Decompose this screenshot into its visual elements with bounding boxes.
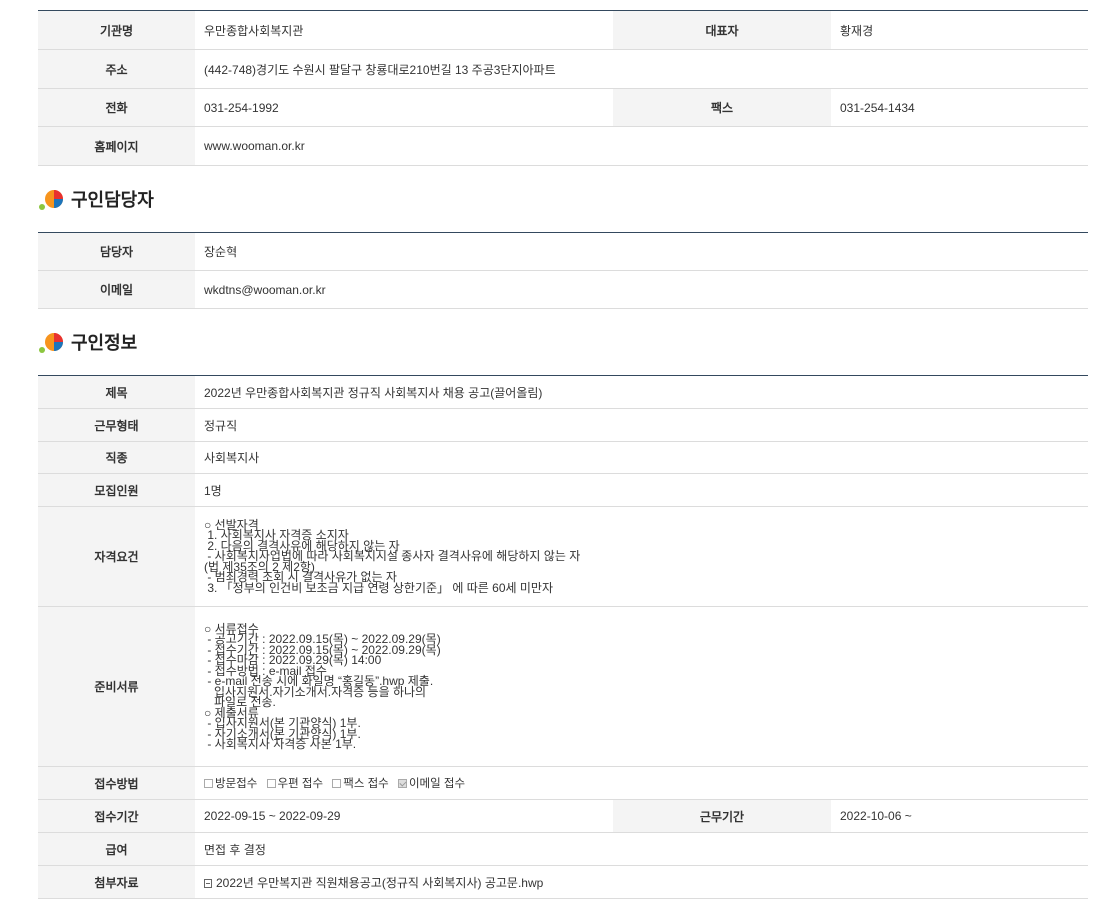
org-addr: (442-748)경기도 수원시 팔달구 창룡대로210번길 13 주공3단지아… xyxy=(195,49,1088,89)
method-fax: 팩스 접수 xyxy=(332,778,389,790)
table-row: 홈페이지 www.wooman.or.kr xyxy=(38,126,1088,166)
org-homepage-link[interactable]: www.wooman.or.kr xyxy=(195,126,1088,166)
table-row: 전화 031-254-1992 팩스 031-254-1434 xyxy=(38,88,1088,127)
method-label: 방문접수 xyxy=(215,778,258,790)
method-label: 이메일 접수 xyxy=(408,778,466,790)
qual-line: - 사회복지사업법에 따라 사회복지시설 종사자 결격사유에 해당하지 않는 자 xyxy=(204,549,581,564)
job-qualifications: ○ 선발자격 1. 사회복지사 자격증 소지자 2. 다음의 결격사유에 해당하… xyxy=(195,506,1088,607)
contact-email: wkdtns@wooman.or.kr xyxy=(195,270,1088,309)
page-content: 기관명 우만종합사회복지관 대표자 황재경 주소 (442-748)경기도 수원… xyxy=(38,10,1088,899)
job-table: 제목 2022년 우만종합사회복지관 정규직 사회복지사 채용 공고(끌어올림)… xyxy=(38,375,1088,899)
org-name-label: 기관명 xyxy=(38,10,195,50)
job-methods: 방문접수 우편 접수 팩스 접수 이메일 접수 xyxy=(195,766,1088,800)
org-tel: 031-254-1992 xyxy=(195,88,613,127)
org-tel-label: 전화 xyxy=(38,88,195,127)
section-heading: 구인정보 xyxy=(71,333,138,353)
table-row: 자격요건 ○ 선발자격 1. 사회복지사 자격증 소지자 2. 다음의 결격사유… xyxy=(38,506,1088,607)
checkbox-visit xyxy=(204,779,213,788)
section-title-contact: 구인담당자 xyxy=(38,166,1088,232)
method-label: 우편 접수 xyxy=(277,778,324,790)
section-bullet-icon xyxy=(39,190,63,210)
table-row: 담당자 장순혁 xyxy=(38,232,1088,271)
job-type: 정규직 xyxy=(195,408,1088,442)
docs-line: - 접수마감 : 2022.09.29(목) 14:00 xyxy=(204,653,382,667)
checkbox-mail xyxy=(266,779,276,788)
job-qual-label: 자격요건 xyxy=(38,506,195,607)
qual-line: 3. 「정부의 인건비 보조금 지급 연령 상한기준」 에 따른 60세 미만자 xyxy=(204,580,553,595)
job-attach-label: 첨부자료 xyxy=(38,865,195,899)
table-row: 직종 사회복지사 xyxy=(38,441,1088,474)
checkbox-email xyxy=(397,779,407,788)
method-visit: 방문접수 xyxy=(204,778,257,790)
job-pay-label: 급여 xyxy=(38,832,195,866)
job-work: 2022-10-06 ~ xyxy=(831,799,1088,833)
table-row: 근무형태 정규직 xyxy=(38,408,1088,442)
job-occ-label: 직종 xyxy=(38,441,195,474)
table-row: 모집인원 1명 xyxy=(38,473,1088,507)
job-subject-label: 제목 xyxy=(38,375,195,409)
job-attachment: 2022년 우만복지관 직원채용공고(정규직 사회복지사) 공고문.hwp xyxy=(195,865,1088,899)
section-bullet-icon xyxy=(39,333,63,353)
table-row: 제목 2022년 우만종합사회복지관 정규직 사회복지사 채용 공고(끌어올림) xyxy=(38,375,1088,409)
job-type-label: 근무형태 xyxy=(38,408,195,442)
table-row: 접수방법 방문접수 우편 접수 팩스 접수 이메일 접수 xyxy=(38,766,1088,800)
file-icon xyxy=(204,878,212,888)
job-period: 2022-09-15 ~ 2022-09-29 xyxy=(195,799,613,833)
job-count: 1명 xyxy=(195,473,1088,507)
method-email: 이메일 접수 xyxy=(397,778,466,790)
method-label: 팩스 접수 xyxy=(343,778,389,790)
contact-table: 담당자 장순혁 이메일 wkdtns@wooman.or.kr xyxy=(38,232,1088,309)
org-fax-label: 팩스 xyxy=(613,88,831,127)
docs-line: - 사회복지사 자격증 사본 1부. xyxy=(204,737,357,751)
job-documents: ○ 서류접수 - 공고기간 : 2022.09.15(목) ~ 2022.09.… xyxy=(195,606,1088,767)
table-row: 준비서류 ○ 서류접수 - 공고기간 : 2022.09.15(목) ~ 202… xyxy=(38,606,1088,767)
job-subject: 2022년 우만종합사회복지관 정규직 사회복지사 채용 공고(끌어올림) xyxy=(195,375,1088,409)
table-row: 급여 면접 후 결정 xyxy=(38,832,1088,866)
org-rep-label: 대표자 xyxy=(613,10,831,50)
table-row: 기관명 우만종합사회복지관 대표자 황재경 xyxy=(38,10,1088,50)
table-row: 이메일 wkdtns@wooman.or.kr xyxy=(38,270,1088,309)
table-row: 주소 (442-748)경기도 수원시 팔달구 창룡대로210번길 13 주공3… xyxy=(38,49,1088,89)
checkbox-fax xyxy=(332,779,342,788)
attachment-link[interactable]: 2022년 우만복지관 직원채용공고(정규직 사회복지사) 공고문.hwp xyxy=(216,876,543,890)
org-rep: 황재경 xyxy=(831,10,1088,50)
method-mail: 우편 접수 xyxy=(266,778,324,790)
table-row: 첨부자료 2022년 우만복지관 직원채용공고(정규직 사회복지사) 공고문.h… xyxy=(38,865,1088,899)
job-pay: 면접 후 결정 xyxy=(195,832,1088,866)
section-heading: 구인담당자 xyxy=(71,190,154,210)
org-home-label: 홈페이지 xyxy=(38,126,195,166)
job-occ: 사회복지사 xyxy=(195,441,1088,474)
section-title-job: 구인정보 xyxy=(38,309,1088,375)
job-period-label: 접수기간 xyxy=(38,799,195,833)
org-name: 우만종합사회복지관 xyxy=(195,10,613,50)
job-method-label: 접수방법 xyxy=(38,766,195,800)
docs-line: 입사지원서.자기소개서.자격증 등을 하나의 xyxy=(204,684,427,699)
org-fax: 031-254-1434 xyxy=(831,88,1088,127)
docs-line: 파일로 전송. xyxy=(204,695,276,709)
job-docs-label: 준비서류 xyxy=(38,606,195,767)
table-row: 접수기간 2022-09-15 ~ 2022-09-29 근무기간 2022-1… xyxy=(38,799,1088,833)
org-addr-label: 주소 xyxy=(38,49,195,89)
job-work-label: 근무기간 xyxy=(613,799,831,833)
contact-email-label: 이메일 xyxy=(38,270,195,309)
job-count-label: 모집인원 xyxy=(38,473,195,507)
contact-person-label: 담당자 xyxy=(38,232,195,271)
org-info-table: 기관명 우만종합사회복지관 대표자 황재경 주소 (442-748)경기도 수원… xyxy=(38,10,1088,166)
contact-person: 장순혁 xyxy=(195,232,1088,271)
